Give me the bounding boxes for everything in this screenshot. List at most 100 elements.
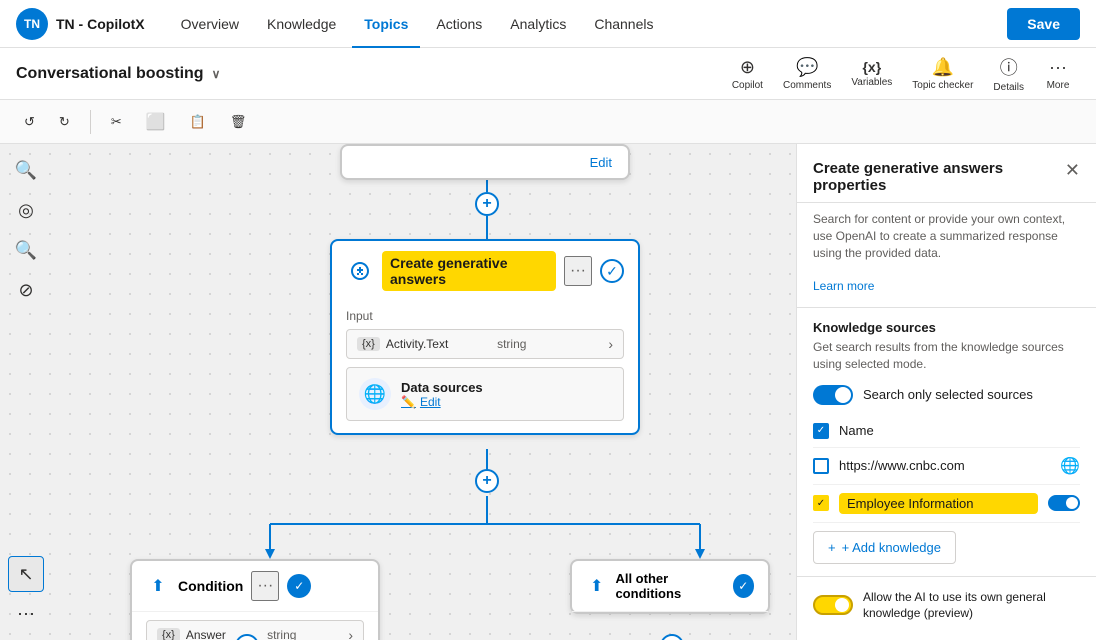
- edit-data-sources-link[interactable]: ✏️ Edit: [401, 395, 483, 409]
- main-layout: 🔍 ◎ 🔍 ⊘ ↖ ⋯ Edit +: [0, 144, 1096, 640]
- condition-title: Condition: [178, 578, 243, 594]
- other-conditions-node: ⬆ All other conditions ✓: [570, 559, 770, 614]
- zoom-in-icon: 🔍: [15, 160, 37, 181]
- target-button[interactable]: ◎: [8, 192, 44, 228]
- more-button[interactable]: ··· More: [1036, 53, 1080, 95]
- allow-ai-toggle[interactable]: [813, 595, 853, 615]
- panel-close-button[interactable]: ✕: [1065, 160, 1080, 181]
- create-generative-node: Create generative answers ··· ✓ Input {x…: [330, 239, 640, 435]
- edit-toolbar: ↺ ↻ ✂ ⬜ 📋 🗑: [0, 100, 1096, 144]
- app-icon: TN: [16, 8, 48, 40]
- condition-node: ⬆ Condition ··· ✓ {x} {x} Answer string …: [130, 559, 380, 640]
- nav-topics[interactable]: Topics: [352, 0, 420, 48]
- condition-icon: ⬆: [146, 574, 170, 598]
- topic-checker-button[interactable]: 🔔 Topic checker: [904, 53, 981, 95]
- panel-header: Create generative answers properties ✕: [797, 144, 1096, 203]
- delete-icon: 🗑: [230, 114, 247, 130]
- globe-icon: 🌐: [1060, 456, 1080, 476]
- pencil-icon: ✏️: [401, 395, 416, 409]
- nav-channels[interactable]: Channels: [582, 0, 665, 48]
- details-button[interactable]: ⓘ Details: [985, 50, 1032, 97]
- employee-checkbox[interactable]: [813, 495, 829, 511]
- top-nav: TN TN - CopilotX Overview Knowledge Topi…: [0, 0, 1096, 48]
- no-tool-button[interactable]: ⊘: [8, 272, 44, 308]
- copy-icon: ⬜: [146, 112, 166, 132]
- other-conditions-check-icon: ✓: [733, 574, 754, 598]
- save-button[interactable]: Save: [1007, 8, 1080, 40]
- add-node-button-4[interactable]: +: [660, 634, 684, 640]
- topic-name-label: Conversational boosting: [16, 65, 204, 83]
- copy-button[interactable]: ⬜: [138, 108, 174, 136]
- employee-toggle[interactable]: [1048, 495, 1080, 511]
- redo-icon: ↻: [59, 114, 70, 130]
- extra-icon: ⋯: [17, 604, 35, 625]
- search-toggle-row: Search only selected sources: [813, 385, 1080, 405]
- edit-link[interactable]: Edit: [590, 155, 612, 170]
- copilot-icon: ⊕: [740, 57, 755, 78]
- redo-button[interactable]: ↻: [51, 110, 78, 134]
- left-tools: 🔍 ◎ 🔍 ⊘ ↖ ⋯: [0, 144, 52, 640]
- answer-badge: {x}: [157, 628, 180, 640]
- comments-button[interactable]: 💬 Comments: [775, 53, 839, 95]
- extra-tool-button[interactable]: ⋯: [8, 596, 44, 632]
- search-only-toggle[interactable]: [813, 385, 853, 405]
- cut-icon: ✂: [111, 114, 122, 130]
- undo-button[interactable]: ↺: [16, 110, 43, 134]
- add-knowledge-button[interactable]: + + Add knowledge: [813, 531, 956, 564]
- target-icon: ◎: [18, 200, 34, 221]
- name-label: Name: [839, 423, 1080, 438]
- learn-more-link[interactable]: Learn more: [813, 279, 874, 293]
- knowledge-item-employee: Employee Information: [813, 485, 1080, 523]
- copilot-button[interactable]: ⊕ Copilot: [724, 53, 771, 95]
- chevron-down-icon[interactable]: ∨: [212, 67, 221, 81]
- delete-button[interactable]: 🗑: [222, 110, 255, 134]
- paste-icon: 📋: [190, 114, 206, 130]
- zoom-out-icon: 🔍: [15, 240, 37, 261]
- answer-chevron-icon: ›: [348, 627, 353, 640]
- employee-label: Employee Information: [839, 493, 1038, 514]
- right-panel: Create generative answers properties ✕ S…: [796, 144, 1096, 640]
- zoom-in-button[interactable]: 🔍: [8, 152, 44, 188]
- nav-bar: Overview Knowledge Topics Actions Analyt…: [169, 0, 1000, 48]
- zoom-out-button[interactable]: 🔍: [8, 232, 44, 268]
- panel-title: Create generative answers properties: [813, 160, 1065, 194]
- condition-more-button[interactable]: ···: [251, 571, 279, 601]
- topic-name-area: Conversational boosting ∨: [16, 65, 220, 83]
- cnbc-checkbox[interactable]: [813, 458, 829, 474]
- undo-icon: ↺: [24, 114, 35, 130]
- condition-body: {x} {x} Answer string ›: [132, 612, 378, 640]
- app-title: TN - CopilotX: [56, 16, 145, 32]
- knowledge-item-name: Name: [813, 415, 1080, 448]
- add-node-button-2[interactable]: +: [475, 469, 499, 493]
- toolbar-icons: ⊕ Copilot 💬 Comments {x} Variables 🔔 Top…: [724, 50, 1080, 97]
- knowledge-sources-section: Knowledge sources Get search results fro…: [797, 308, 1096, 577]
- variables-icon: {x}: [862, 59, 881, 75]
- node-body: Input {x} Activity.Text string › 🌐 Data …: [332, 301, 638, 433]
- allow-ai-label: Allow the AI to use its own general know…: [863, 589, 1080, 623]
- data-sources-title: Data sources: [401, 380, 483, 395]
- details-icon: ⓘ: [1000, 54, 1018, 80]
- paste-button[interactable]: 📋: [182, 110, 214, 134]
- input-chevron-icon: ›: [608, 336, 613, 352]
- cursor-tool-button[interactable]: ↖: [8, 556, 44, 592]
- allow-ai-row: Allow the AI to use its own general know…: [797, 577, 1096, 635]
- add-node-button-1[interactable]: +: [475, 192, 499, 216]
- condition-header: ⬆ Condition ··· ✓: [132, 561, 378, 612]
- node-more-button[interactable]: ···: [564, 256, 592, 286]
- variables-button[interactable]: {x} Variables: [843, 55, 900, 92]
- add-knowledge-plus-icon: +: [828, 540, 836, 555]
- nav-actions[interactable]: Actions: [424, 0, 494, 48]
- nav-analytics[interactable]: Analytics: [498, 0, 578, 48]
- condition-check-icon: ✓: [287, 574, 311, 598]
- no-tool-icon: ⊘: [18, 280, 33, 301]
- nav-knowledge[interactable]: Knowledge: [255, 0, 348, 48]
- answer-type: string: [267, 628, 342, 640]
- node-check-icon: ✓: [600, 259, 624, 283]
- nav-overview[interactable]: Overview: [169, 0, 251, 48]
- data-sources-row: 🌐 Data sources ✏️ Edit: [346, 367, 624, 421]
- name-checkbox[interactable]: [813, 423, 829, 439]
- node-title: Create generative answers: [382, 251, 556, 291]
- cursor-icon: ↖: [18, 564, 33, 585]
- cut-button[interactable]: ✂: [103, 110, 130, 134]
- input-row[interactable]: {x} Activity.Text string ›: [346, 329, 624, 359]
